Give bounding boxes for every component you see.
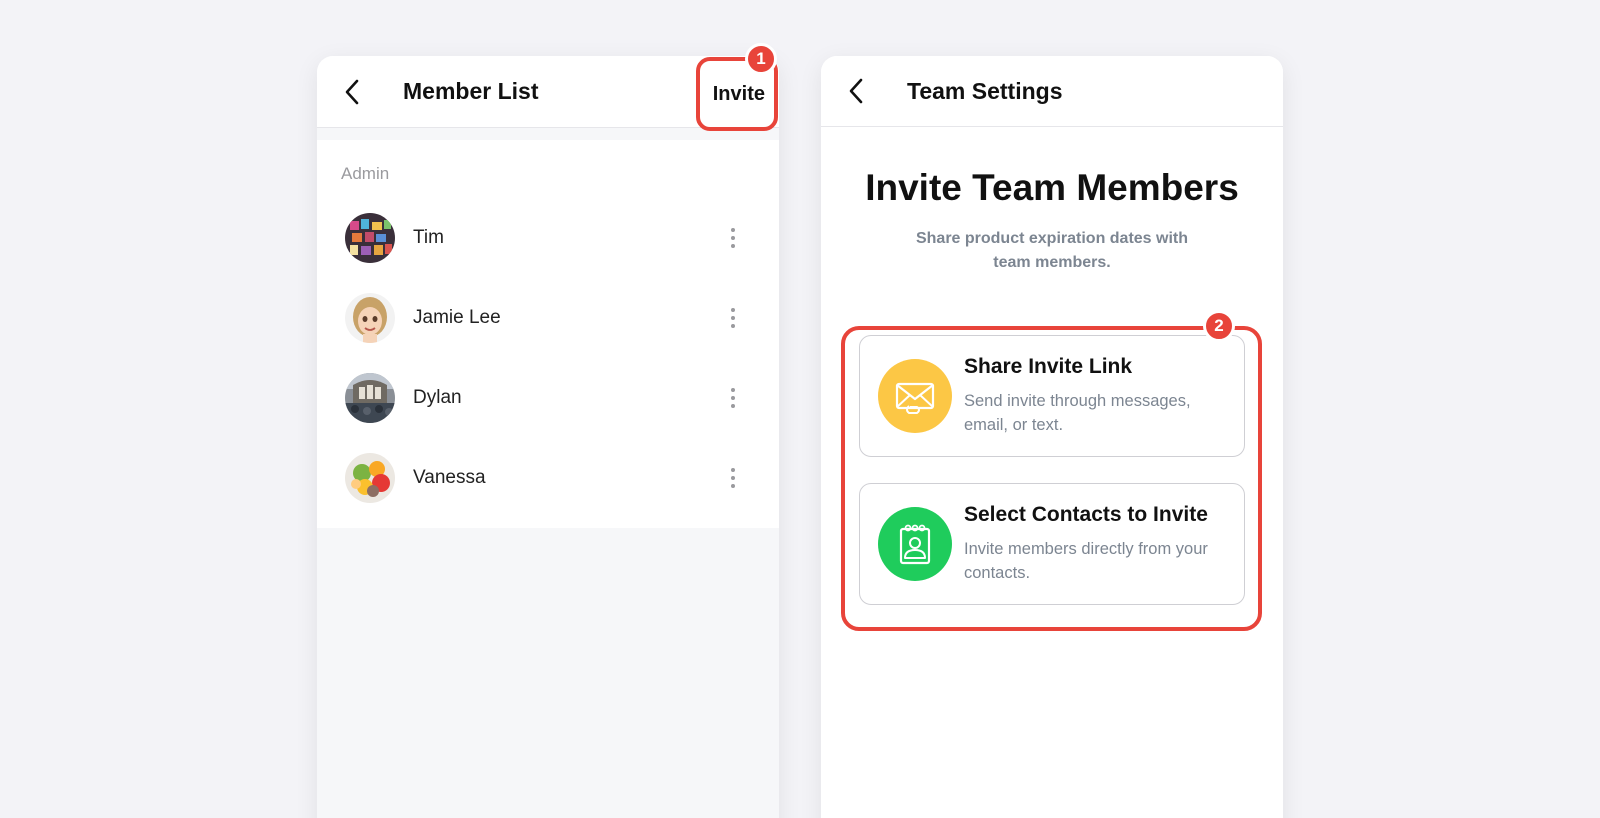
member-name: Dylan	[413, 387, 462, 408]
chevron-left-icon	[345, 79, 359, 104]
more-options-icon[interactable]	[721, 383, 745, 413]
avatar	[345, 213, 395, 263]
avatar	[345, 293, 395, 343]
list-item[interactable]: Tim	[317, 198, 779, 278]
callout-highlight	[841, 326, 1262, 631]
member-list: Admin Tim Jamie Lee Dylan Vanessa	[317, 140, 779, 528]
list-item[interactable]: Dylan	[317, 358, 779, 438]
back-button[interactable]	[829, 56, 885, 127]
list-item[interactable]: Vanessa	[317, 438, 779, 518]
more-options-icon[interactable]	[721, 463, 745, 493]
member-name: Jamie Lee	[413, 307, 501, 328]
avatar	[345, 453, 395, 503]
member-name: Vanessa	[413, 467, 486, 488]
section-label: Admin	[341, 164, 390, 183]
more-options-icon[interactable]	[721, 223, 745, 253]
team-settings-header: Team Settings	[821, 56, 1283, 127]
back-button[interactable]	[325, 56, 381, 128]
member-list-screen: Member List Invite Admin Tim Jamie Lee D…	[317, 56, 779, 818]
member-name: Tim	[413, 227, 444, 248]
page-title: Member List	[403, 78, 539, 104]
invite-heading: Invite Team Members	[865, 167, 1239, 208]
more-options-icon[interactable]	[721, 303, 745, 333]
callout-badge: 1	[745, 43, 777, 75]
list-item[interactable]: Jamie Lee	[317, 278, 779, 358]
invite-subtitle: Share product expiration dates with team…	[915, 230, 1189, 271]
page-title: Team Settings	[907, 77, 1063, 104]
chevron-left-icon	[849, 78, 863, 104]
callout-badge: 2	[1203, 310, 1235, 342]
avatar	[345, 373, 395, 423]
